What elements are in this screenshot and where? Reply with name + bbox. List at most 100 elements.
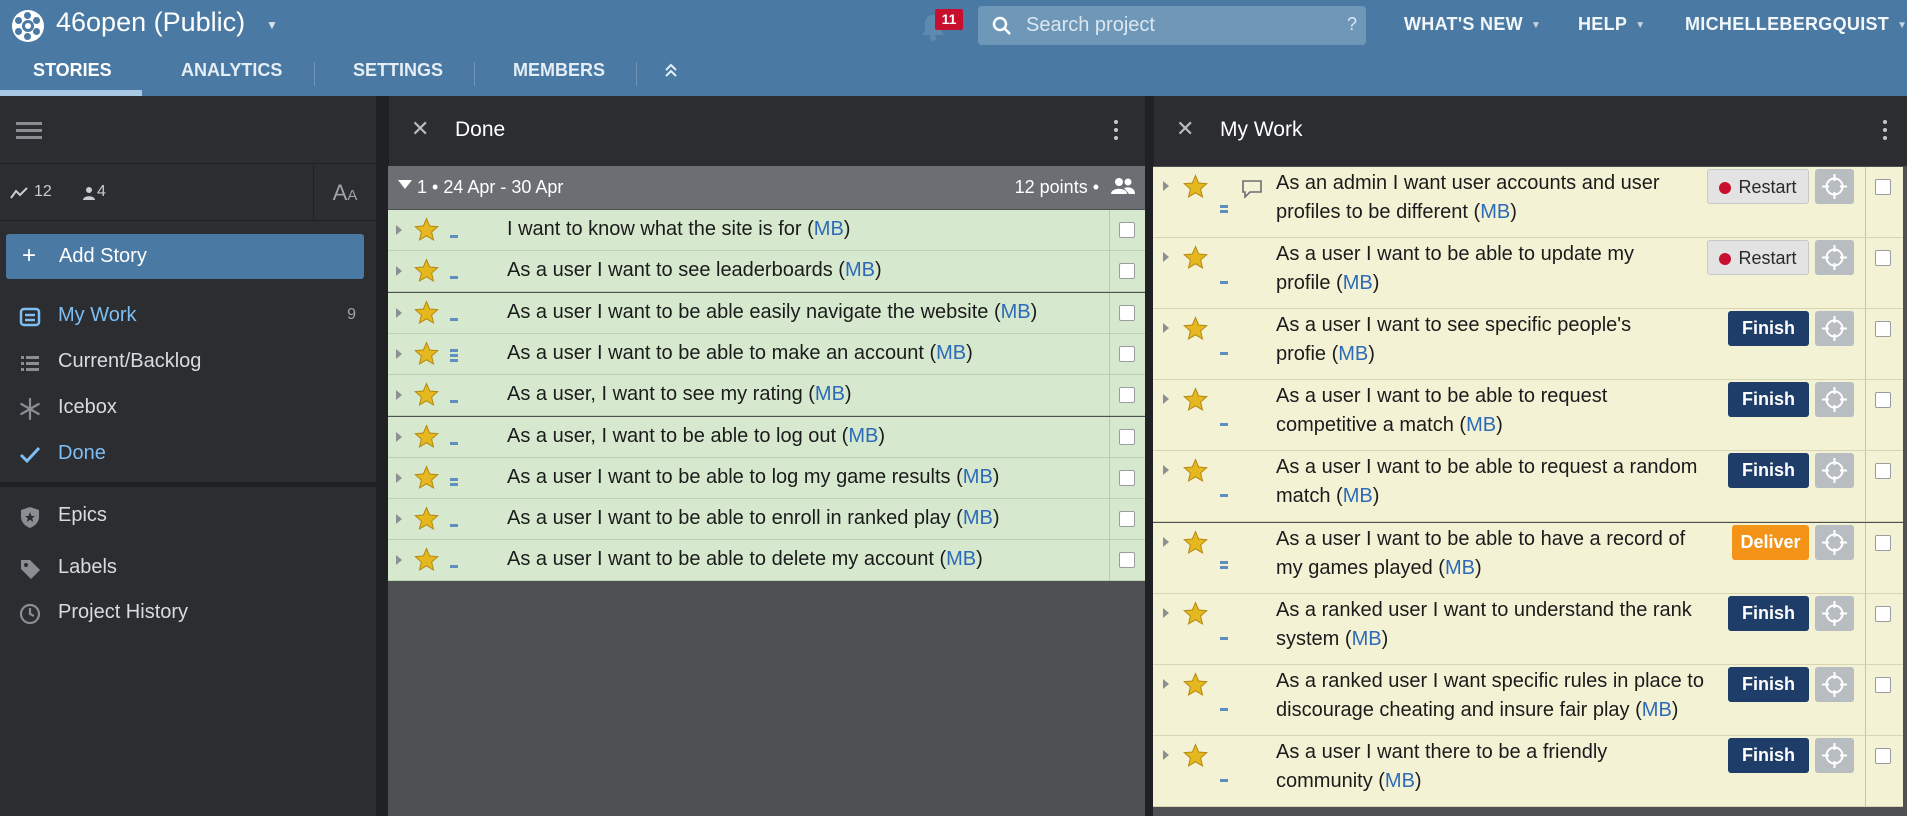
tab-stories[interactable]: STORIES (33, 60, 112, 81)
story-row[interactable]: As a user I want to be able to request co… (1153, 380, 1903, 452)
expand-story-icon[interactable] (1163, 749, 1169, 760)
story-row[interactable]: As a user, I want to be able to log out … (388, 416, 1145, 458)
owner-initials[interactable]: MB (814, 218, 844, 240)
finish-button[interactable]: Finish (1728, 453, 1809, 489)
story-row[interactable]: I want to know what the site is for (MB) (388, 210, 1145, 251)
star-icon[interactable] (413, 465, 440, 490)
finish-button[interactable]: Finish (1728, 666, 1809, 702)
move-story-button[interactable] (1815, 524, 1854, 560)
story-title[interactable]: As a user I want to be able to make an a… (507, 339, 973, 368)
story-title[interactable]: As an admin I want user accounts and use… (1276, 169, 1726, 227)
story-checkbox[interactable] (1119, 222, 1135, 238)
expand-story-icon[interactable] (1163, 394, 1169, 405)
sidebar-item-my-work[interactable]: My Work 9 (0, 296, 376, 336)
owner-initials[interactable]: MB (936, 342, 966, 364)
expand-story-icon[interactable] (396, 514, 402, 525)
expand-story-icon[interactable] (1163, 323, 1169, 334)
star-icon[interactable] (1182, 600, 1209, 626)
expand-story-icon[interactable] (396, 472, 402, 483)
owner-initials[interactable]: MB (1001, 301, 1031, 323)
story-checkbox[interactable] (1875, 321, 1891, 338)
panel-menu-icon[interactable] (1114, 120, 1120, 144)
tab-analytics[interactable]: ANALYTICS (181, 60, 282, 81)
sidebar-item-current-backlog[interactable]: Current/Backlog (0, 342, 376, 382)
move-story-button[interactable] (1815, 382, 1854, 418)
expand-story-icon[interactable] (396, 390, 402, 401)
expand-story-icon[interactable] (396, 431, 402, 442)
move-story-button[interactable] (1815, 311, 1854, 347)
sidebar-item-epics[interactable]: Epics (0, 496, 376, 536)
story-title[interactable]: As a user I want to be able to have a re… (1276, 525, 1726, 583)
story-title[interactable]: As a user, I want to be able to log out … (507, 422, 885, 451)
story-row[interactable]: As a user I want to be able to make an a… (388, 333, 1145, 375)
story-title[interactable]: As a user I want to be able to enroll in… (507, 504, 999, 533)
owner-initials[interactable]: MB (1445, 557, 1475, 579)
owner-initials[interactable]: MB (1343, 272, 1373, 294)
finish-button[interactable]: Finish (1728, 382, 1809, 418)
panel-menu-icon[interactable] (1883, 120, 1889, 144)
owner-initials[interactable]: MB (963, 466, 993, 488)
story-title[interactable]: As a user I want to see specific people'… (1276, 311, 1726, 369)
expand-story-icon[interactable] (396, 555, 402, 566)
sidebar-item-icebox[interactable]: Icebox (0, 388, 376, 428)
star-icon[interactable] (1182, 245, 1209, 270)
story-row[interactable]: As a user I want to be able to have a re… (1153, 522, 1903, 594)
story-checkbox[interactable] (1119, 263, 1135, 280)
story-title[interactable]: As a ranked user I want specific rules i… (1276, 667, 1726, 725)
move-story-button[interactable] (1815, 595, 1854, 631)
owner-initials[interactable]: MB (946, 548, 976, 570)
star-icon[interactable] (1182, 174, 1209, 199)
notification-count-badge[interactable]: 11 (935, 9, 963, 30)
move-story-button[interactable] (1815, 169, 1854, 204)
story-checkbox[interactable] (1875, 250, 1891, 267)
expand-story-icon[interactable] (396, 266, 402, 277)
star-icon[interactable] (413, 341, 440, 366)
owner-initials[interactable]: MB (1480, 201, 1510, 223)
story-row[interactable]: As a user I want there to be a friendly c… (1153, 735, 1903, 807)
story-row[interactable]: As an admin I want user accounts and use… (1153, 167, 1903, 238)
story-title[interactable]: As a user I want to be able to request co… (1276, 382, 1726, 440)
story-row[interactable]: As a ranked user I want specific rules i… (1153, 664, 1903, 736)
story-row[interactable]: As a user I want to be able to log my ga… (388, 457, 1145, 499)
user-menu[interactable]: MICHELLEBERGQUIST ▼ (1685, 14, 1907, 35)
story-checkbox[interactable] (1119, 511, 1135, 528)
expand-story-icon[interactable] (1163, 252, 1169, 263)
story-row[interactable]: As a user I want to see leaderboards (MB… (388, 251, 1145, 293)
star-icon[interactable] (413, 382, 440, 407)
sidebar-item-labels[interactable]: Labels (0, 548, 376, 588)
story-row[interactable]: As a ranked user I want to understand th… (1153, 593, 1903, 665)
star-icon[interactable] (413, 506, 440, 531)
tab-members[interactable]: MEMBERS (513, 60, 605, 81)
font-size-toggle[interactable]: AA (313, 165, 376, 221)
owner-initials[interactable]: MB (845, 259, 875, 281)
collapse-header-icon[interactable] (664, 62, 678, 78)
story-checkbox[interactable] (1875, 676, 1891, 693)
tab-settings[interactable]: SETTINGS (353, 60, 443, 81)
move-story-button[interactable] (1815, 666, 1854, 702)
star-icon[interactable] (1182, 671, 1209, 697)
story-checkbox[interactable] (1875, 747, 1891, 764)
star-icon[interactable] (413, 299, 440, 325)
story-title[interactable]: As a user I want to be able to update my… (1276, 240, 1726, 298)
finish-button[interactable]: Finish (1728, 595, 1809, 631)
star-icon[interactable] (1182, 387, 1209, 412)
collapse-triangle-icon[interactable] (398, 180, 412, 189)
tracker-logo-icon[interactable] (12, 10, 44, 42)
help-menu[interactable]: HELP ▼ (1578, 14, 1645, 35)
story-checkbox[interactable] (1119, 469, 1135, 486)
search-input[interactable] (1024, 6, 1324, 45)
team-icon[interactable] (1111, 177, 1135, 195)
story-title[interactable]: As a user I want to be able to request a… (1276, 453, 1726, 511)
story-row[interactable]: As a user I want to be able to request a… (1153, 451, 1903, 523)
finish-button[interactable]: Finish (1728, 311, 1809, 347)
expand-story-icon[interactable] (396, 307, 402, 318)
move-story-button[interactable] (1815, 737, 1854, 773)
project-dropdown-caret-icon[interactable]: ▼ (266, 18, 278, 32)
star-icon[interactable] (413, 547, 440, 572)
story-title[interactable]: As a user I want to see leaderboards (MB… (507, 256, 882, 285)
story-checkbox[interactable] (1119, 304, 1135, 321)
expand-story-icon[interactable] (1163, 678, 1169, 689)
owner-initials[interactable]: MB (1642, 699, 1672, 721)
owner-initials[interactable]: MB (1385, 770, 1415, 792)
story-row[interactable]: As a user I want to be able to delete my… (388, 540, 1145, 582)
